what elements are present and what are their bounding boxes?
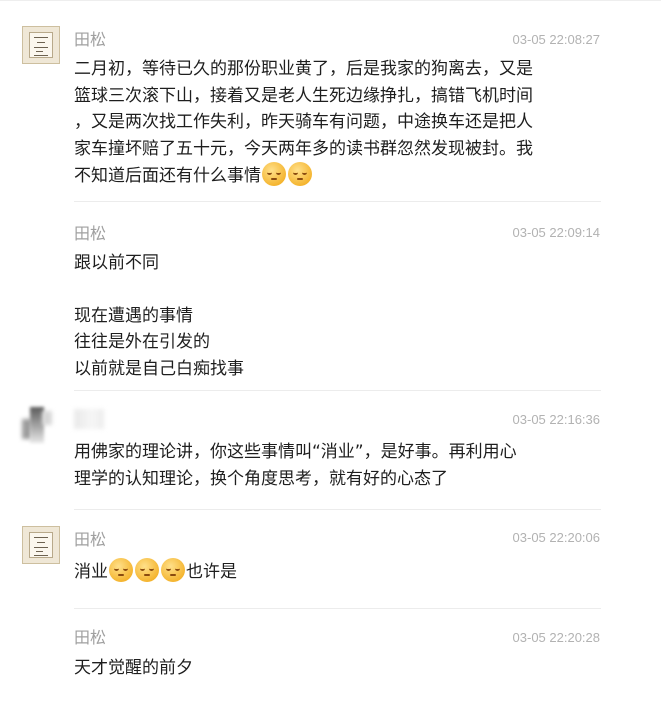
text-line: 不知道后面还有什么事情 xyxy=(74,162,594,190)
pensive-face-emoji-icon xyxy=(262,162,286,186)
text-line: 消业 也许是 xyxy=(74,558,594,586)
timestamp: 03-05 22:08:27 xyxy=(512,32,600,47)
text-line: 现在遭遇的事情 xyxy=(74,305,193,326)
author-name[interactable]: 田松 xyxy=(74,628,106,648)
text-segment: 也许是 xyxy=(186,562,237,582)
author-name-redacted[interactable] xyxy=(74,409,104,429)
text-segment: 消业 xyxy=(74,562,108,582)
text-line: 二月初，等待已久的那份职业黄了，后是我家的狗离去，又是 xyxy=(74,59,533,79)
author-name[interactable]: 田松 xyxy=(74,30,106,50)
timestamp: 03-05 22:20:06 xyxy=(512,530,600,545)
comment-text: 消业 也许是 xyxy=(74,558,594,586)
divider xyxy=(74,509,601,510)
author-name[interactable]: 田松 xyxy=(74,530,106,550)
text-line: 跟以前不同 xyxy=(74,253,159,273)
avatar-poster-frame xyxy=(29,32,53,58)
timestamp: 03-05 22:16:36 xyxy=(512,412,600,427)
text-line: 天才觉醒的前夕 xyxy=(74,658,193,678)
text-line: 理学的认知理论，换个角度思考，就有好的心态了 xyxy=(74,468,448,489)
comment-text: 天才觉醒的前夕 xyxy=(74,655,594,682)
pensive-face-emoji-icon xyxy=(135,558,159,582)
divider xyxy=(74,201,601,202)
text-line: 以前就是自己白痴找事 xyxy=(74,358,244,379)
avatar[interactable] xyxy=(22,526,60,564)
comment-text: 用佛家的理论讲，你这些事情叫“消业”，是好事。再利用心 理学的认知理论，换个角度… xyxy=(74,439,594,492)
avatar-poster-frame xyxy=(29,532,53,558)
pensive-face-emoji-icon xyxy=(161,558,185,582)
divider xyxy=(74,390,601,391)
text-line: 往往是外在引发的 xyxy=(74,332,210,352)
timestamp: 03-05 22:09:14 xyxy=(512,225,600,240)
divider xyxy=(74,608,601,609)
author-name[interactable]: 田松 xyxy=(74,224,106,244)
text-line: 家车撞坏赔了五十元，今天两年多的读书群忽然发现被封。我 xyxy=(74,138,533,159)
text-line: 用佛家的理论讲，你这些事情叫“消业”，是好事。再利用心 xyxy=(74,442,517,462)
timestamp: 03-05 22:20:28 xyxy=(512,630,600,645)
avatar[interactable] xyxy=(22,26,60,64)
top-border xyxy=(0,0,661,1)
comment-text: 二月初，等待已久的那份职业黄了，后是我家的狗离去，又是 篮球三次滚下山，接着又是… xyxy=(74,56,594,190)
text-line: 篮球三次滚下山，接着又是老人生死边缘挣扎，搞错飞机时间 xyxy=(74,85,533,106)
pensive-face-emoji-icon xyxy=(288,162,312,186)
text-segment: 不知道后面还有什么事情 xyxy=(74,166,261,186)
avatar[interactable] xyxy=(22,405,60,443)
pensive-face-emoji-icon xyxy=(109,558,133,582)
text-line: ，又是两次找工作失利，昨天骑车有问题，中途换车还是把人 xyxy=(74,112,533,132)
comment-text: 跟以前不同 现在遭遇的事情 往往是外在引发的 以前就是自己白痴找事 xyxy=(74,250,594,382)
